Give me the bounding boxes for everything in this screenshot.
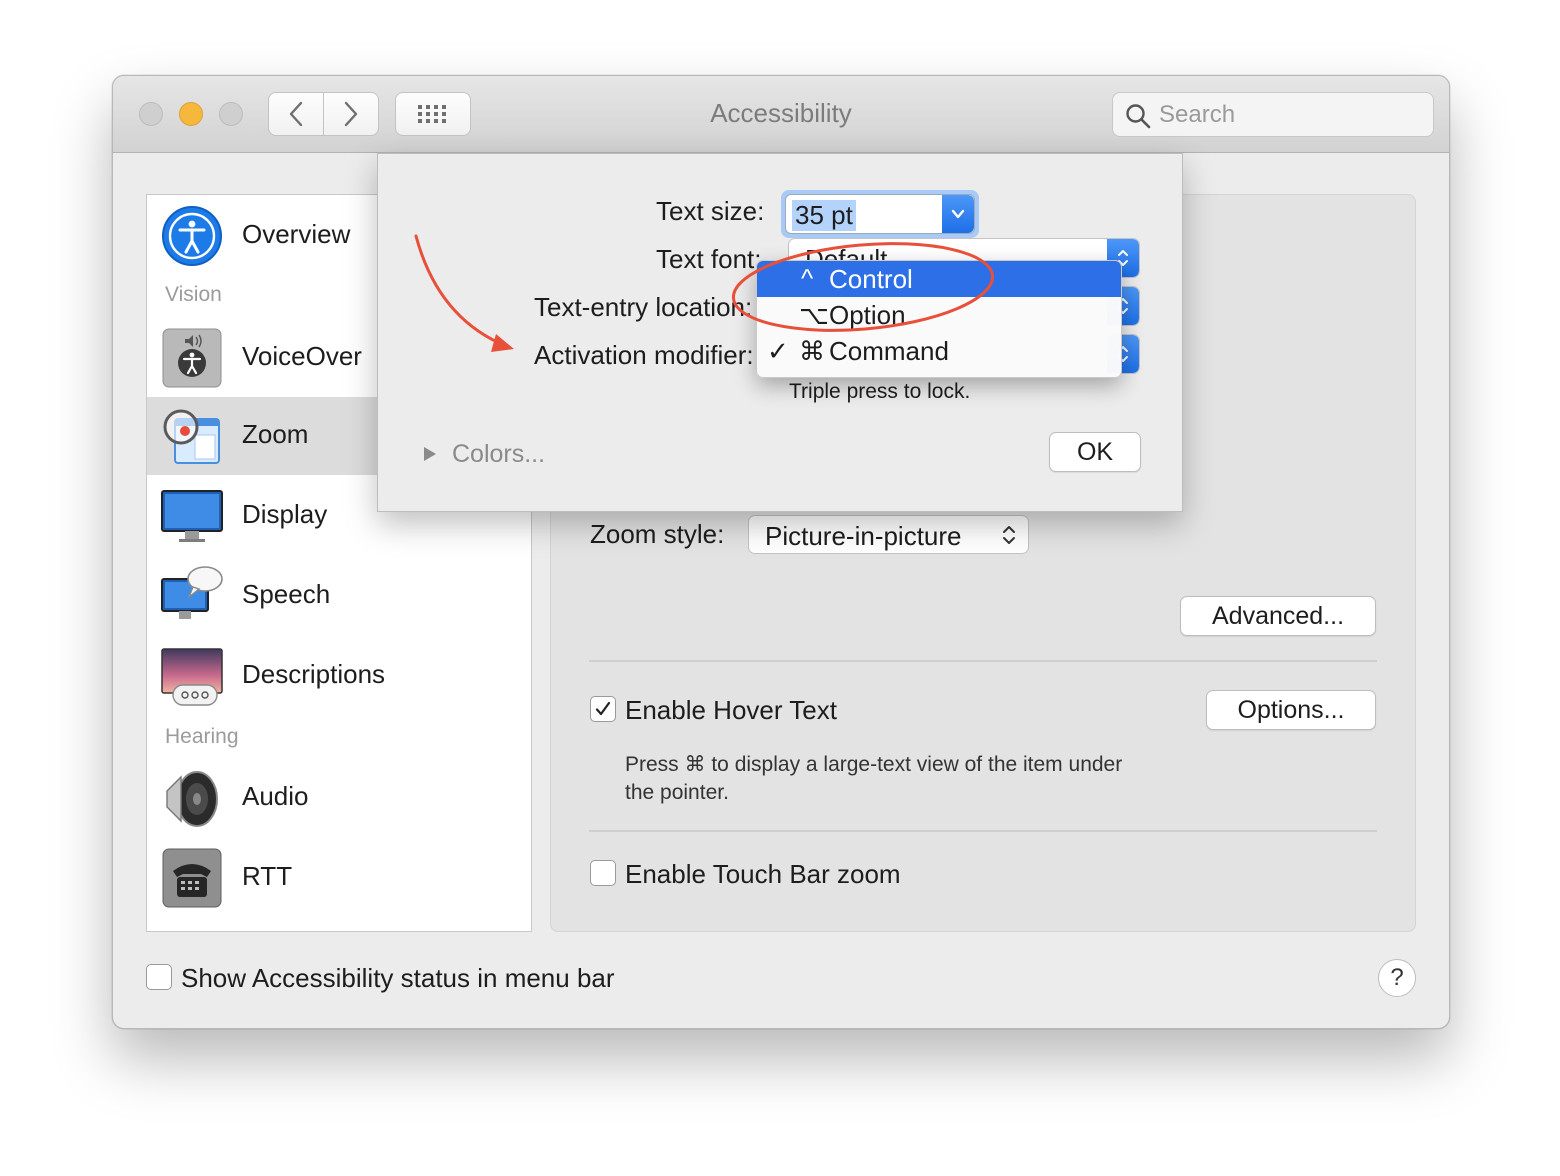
annotation-arrow (414, 234, 508, 348)
annotation-arrowhead (491, 334, 514, 352)
annotation-overlay (414, 234, 995, 352)
annotation-ellipse (731, 242, 995, 332)
